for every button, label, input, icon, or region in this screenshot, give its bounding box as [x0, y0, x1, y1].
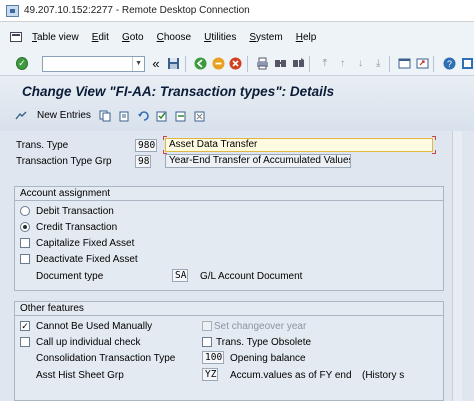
- sap-menu-icon[interactable]: [10, 32, 22, 42]
- delete-icon[interactable]: [118, 109, 131, 122]
- new-entries-button[interactable]: New Entries: [14, 109, 207, 122]
- cannot-be-used-manually-label: Cannot Be Used Manually: [36, 321, 153, 332]
- chevron-down-icon[interactable]: ▼: [132, 56, 144, 71]
- create-session-icon[interactable]: [398, 56, 412, 71]
- asst-hist-sheet-grp-label: Asst Hist Sheet Grp: [36, 370, 124, 381]
- call-up-individual-check-label: Call up individual check: [36, 337, 141, 348]
- vertical-scrollbar[interactable]: [452, 131, 462, 401]
- menu-choose[interactable]: Choose: [157, 32, 191, 43]
- select-block-icon[interactable]: [175, 109, 188, 122]
- next-page-icon[interactable]: ↓: [354, 56, 368, 71]
- copy-icon[interactable]: [99, 109, 112, 122]
- menu-utilities[interactable]: Utilities: [204, 32, 236, 43]
- trans-type-grp-code: 98: [135, 155, 151, 168]
- select-all-icon[interactable]: [156, 109, 169, 122]
- customize-layout-icon[interactable]: [460, 56, 474, 71]
- call-up-individual-check-checkbox[interactable]: [20, 337, 30, 347]
- window-titlebar: 49.207.10.152:2277 - Remote Desktop Conn…: [0, 0, 474, 22]
- last-page-icon[interactable]: ⤓: [371, 56, 385, 71]
- capitalize-fixed-asset-checkbox[interactable]: [20, 238, 30, 248]
- consolidation-transaction-type-label: Consolidation Transaction Type: [36, 353, 176, 364]
- print-icon[interactable]: [256, 56, 270, 71]
- trans-type-obsolete-checkbox[interactable]: [202, 337, 212, 347]
- other-features-title: Other features: [15, 302, 443, 316]
- consolidation-transaction-type-field[interactable]: 100: [202, 351, 224, 364]
- trans-type-code: 980: [135, 139, 157, 152]
- page-title: Change View "FI-AA: Transaction types": …: [22, 84, 335, 99]
- trans-type-name-field[interactable]: Asset Data Transfer: [165, 138, 433, 152]
- asst-hist-sheet-grp-text: Accum.values as of FY end: [230, 370, 352, 381]
- set-changeover-year-checkbox: [202, 321, 212, 331]
- undo-icon[interactable]: [137, 109, 150, 122]
- command-field[interactable]: ▼: [42, 55, 146, 72]
- asst-hist-sheet-grp-extra: (History s: [362, 370, 405, 381]
- account-assignment-title: Account assignment: [15, 187, 443, 201]
- remote-desktop-icon: [6, 4, 19, 17]
- menu-bar: Table view Edit Goto Choose Utilities Sy…: [0, 22, 474, 52]
- shortcut-icon[interactable]: [416, 56, 430, 71]
- cancel-icon[interactable]: [229, 56, 243, 71]
- set-changeover-year-label: Set changeover year: [214, 321, 307, 332]
- menu-goto[interactable]: Goto: [122, 32, 144, 43]
- deactivate-fixed-asset-label: Deactivate Fixed Asset: [36, 254, 138, 265]
- save-icon[interactable]: [167, 56, 181, 71]
- previous-page-icon[interactable]: ↑: [336, 56, 350, 71]
- window-title: 49.207.10.152:2277 - Remote Desktop Conn…: [24, 5, 250, 16]
- find-next-icon[interactable]: [291, 56, 305, 71]
- menu-system[interactable]: System: [249, 32, 282, 43]
- deactivate-fixed-asset-checkbox[interactable]: [20, 254, 30, 264]
- first-page-icon[interactable]: ⤒: [318, 56, 332, 71]
- help-icon[interactable]: ?: [442, 56, 456, 71]
- debit-transaction-label: Debit Transaction: [36, 206, 114, 217]
- menu-edit[interactable]: Edit: [92, 32, 109, 43]
- document-type-field[interactable]: SA: [172, 269, 188, 282]
- trans-type-grp-label: Transaction Type Grp: [16, 156, 112, 167]
- trans-type-grp-text: Year-End Transfer of Accumulated Values: [165, 154, 351, 168]
- back-icon[interactable]: [194, 56, 208, 71]
- standard-toolbar: ✓ ▼ « ⤒ ↑ ↓ ⤓ ?: [0, 52, 474, 76]
- menu-help[interactable]: Help: [296, 32, 317, 43]
- menu-table-view[interactable]: Table view: [32, 32, 79, 43]
- document-type-label: Document type: [36, 271, 104, 282]
- content-area: Trans. Type 980 Asset Data Transfer Tran…: [0, 131, 474, 401]
- asst-hist-sheet-grp-field[interactable]: YZ: [202, 368, 218, 381]
- glasses-icon[interactable]: [14, 109, 27, 122]
- debit-transaction-radio[interactable]: [20, 206, 30, 216]
- document-type-text: G/L Account Document: [200, 271, 303, 282]
- cannot-be-used-manually-checkbox[interactable]: ✓: [20, 321, 30, 331]
- new-entries-label: New Entries: [37, 110, 91, 121]
- find-icon[interactable]: [274, 56, 288, 71]
- capitalize-fixed-asset-label: Capitalize Fixed Asset: [36, 238, 135, 249]
- other-features-group: Other features: [14, 301, 444, 401]
- deselect-all-icon[interactable]: [194, 109, 207, 122]
- enter-check-icon[interactable]: ✓: [16, 57, 29, 70]
- history-icon[interactable]: «: [149, 56, 163, 71]
- exit-icon[interactable]: [211, 56, 225, 71]
- trans-type-obsolete-label: Trans. Type Obsolete: [216, 337, 312, 348]
- credit-transaction-radio[interactable]: [20, 222, 30, 232]
- credit-transaction-label: Credit Transaction: [36, 222, 118, 233]
- consolidation-transaction-type-text: Opening balance: [230, 353, 306, 364]
- svg-text:?: ?: [447, 59, 452, 69]
- trans-type-label: Trans. Type: [16, 140, 69, 151]
- application-toolbar: Change View "FI-AA: Transaction types": …: [0, 76, 474, 131]
